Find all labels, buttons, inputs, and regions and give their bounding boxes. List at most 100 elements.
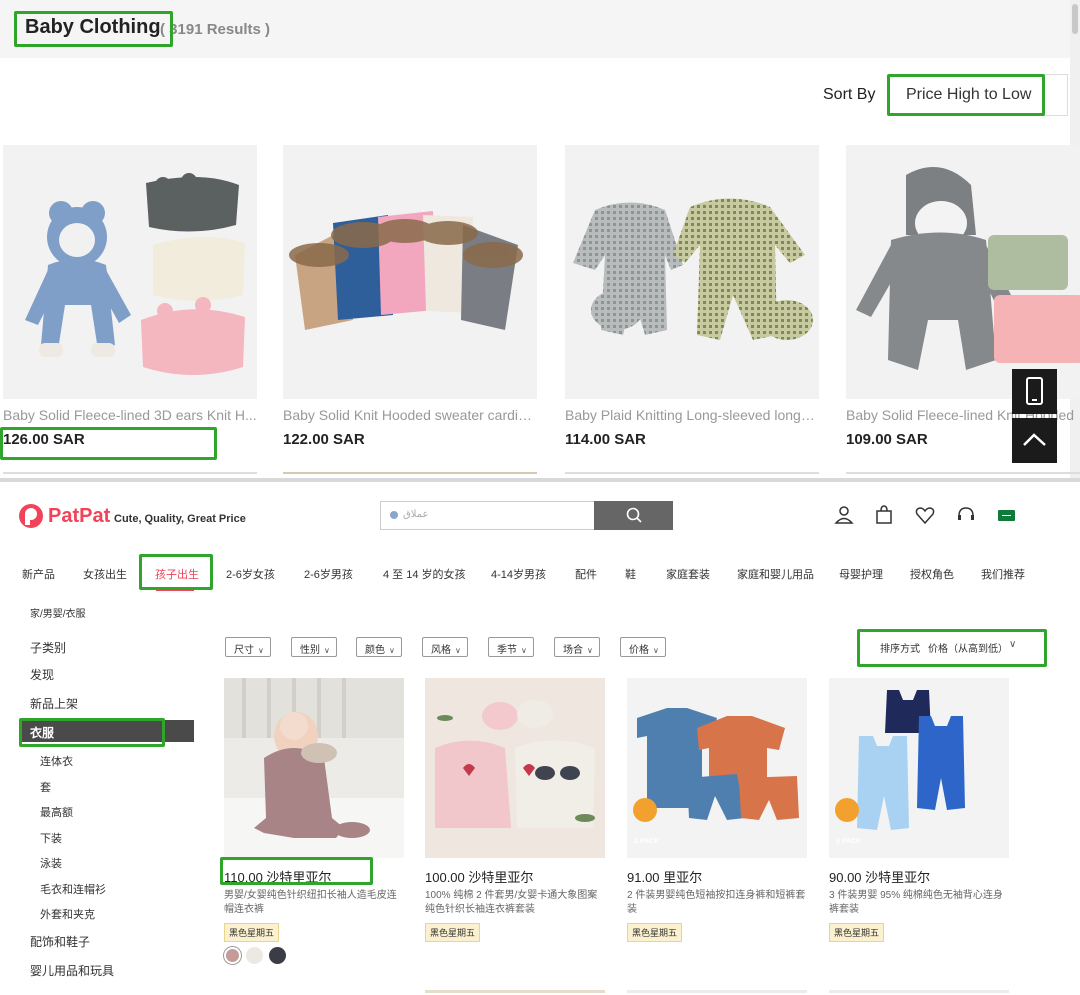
sidebar-item[interactable]: 新品上架 <box>30 695 78 712</box>
product-name[interactable]: Baby Plaid Knitting Long-sleeved long-l.… <box>565 407 819 423</box>
nav-item[interactable]: 新产品 <box>22 566 55 582</box>
sidebar-item[interactable]: 发现 <box>30 666 54 683</box>
brand-logo-text[interactable]: PatPat <box>48 505 110 528</box>
sidebar-subitem[interactable]: 套 <box>40 779 51 795</box>
product-image[interactable] <box>224 678 404 858</box>
card-divider <box>283 472 537 474</box>
sort-by-label: Sort By <box>823 86 876 103</box>
sidebar-subitem[interactable]: 毛衣和连帽衫 <box>40 881 106 897</box>
heart-icon[interactable] <box>914 504 936 526</box>
search-icon <box>626 507 642 523</box>
sidebar-subitem[interactable]: 下装 <box>40 830 62 846</box>
filter-dropdown[interactable]: 尺寸 ∨ <box>225 637 271 657</box>
bag-icon[interactable] <box>873 504 895 526</box>
filter-label: 场合 <box>563 645 583 656</box>
color-swatch[interactable] <box>246 947 263 964</box>
price-highlight <box>220 857 373 885</box>
sidebar-item[interactable]: 子类别 <box>30 639 66 656</box>
nav-item[interactable]: 授权角色 <box>910 566 954 582</box>
product-name[interactable]: 2 件装男婴纯色短袖按扣连身裤和短裤套装 <box>627 889 809 917</box>
title-highlight <box>14 11 173 47</box>
product-card[interactable]: Baby Plaid Knitting Long-sleeved long-l.… <box>565 145 819 448</box>
nav-item[interactable]: 2-6岁男孩 <box>304 566 353 582</box>
nav-item[interactable]: 女孩出生 <box>83 566 127 582</box>
price-highlight <box>0 427 217 460</box>
product-card[interactable]: Baby Solid Fleece-lined 3D ears Knit H..… <box>3 145 257 448</box>
arrow-up-icon <box>1023 433 1046 446</box>
nav-item[interactable]: 家庭和婴儿用品 <box>737 566 814 582</box>
mobile-app-button[interactable] <box>1012 369 1057 414</box>
product-card[interactable]: 100.00 沙特里亚尔 100% 纯棉 2 件套男/女婴卡通大象图案纯色针织长… <box>425 678 605 942</box>
smile-badge-icon <box>835 798 859 822</box>
user-icon[interactable] <box>833 504 855 526</box>
card-divider <box>565 472 819 474</box>
product-image[interactable] <box>283 145 537 399</box>
filter-label: 颜色 <box>365 645 385 656</box>
product-name[interactable]: 100% 纯棉 2 件套男/女婴卡通大象图案纯色针织长袖连衣裤套装 <box>425 889 607 917</box>
nav-item[interactable]: 我们推荐 <box>981 566 1025 582</box>
card-divider <box>846 472 1080 474</box>
nav-item[interactable]: 母婴护理 <box>839 566 883 582</box>
filter-dropdown[interactable]: 季节 ∨ <box>488 637 534 657</box>
product-image[interactable]: 2 PACK <box>627 678 807 858</box>
nav-item[interactable]: 2-6岁女孩 <box>226 566 275 582</box>
sort-highlight <box>887 74 1045 116</box>
next-row-peek <box>425 990 605 993</box>
support-icon[interactable] <box>955 504 977 526</box>
results-count: ( 3191 Results ) <box>160 21 271 38</box>
sidebar-subitem[interactable]: 连体衣 <box>40 753 73 769</box>
color-swatch[interactable] <box>224 947 241 964</box>
product-image[interactable]: 3 PACK <box>829 678 1009 858</box>
filter-label: 性别 <box>300 645 320 656</box>
filter-dropdown[interactable]: 风格 ∨ <box>422 637 468 657</box>
sidebar-subitem[interactable]: 外套和夹克 <box>40 906 95 922</box>
next-row-peek <box>627 990 807 993</box>
product-card[interactable]: 3 PACK 90.00 沙特里亚尔 3 件装男婴 95% 纯棉纯色无袖背心连身… <box>829 678 1009 942</box>
patpat-logo-icon[interactable] <box>17 502 45 530</box>
product-card[interactable]: 2 PACK 91.00 里亚尔 2 件装男婴纯色短袖按扣连身裤和短裤套装 黑色… <box>627 678 807 942</box>
product-price: 122.00 SAR <box>283 431 365 448</box>
sidebar-subitem[interactable]: 最高额 <box>40 804 73 820</box>
sidebar-item[interactable]: 婴儿用品和玩具 <box>30 962 114 979</box>
chevron-down-icon: ∨ <box>258 646 264 655</box>
search-button[interactable] <box>594 501 673 530</box>
search-input[interactable]: عملاق <box>380 501 595 530</box>
filter-dropdown[interactable]: 性别 ∨ <box>291 637 337 657</box>
nav-item[interactable]: 配件 <box>575 566 597 582</box>
nav-item[interactable]: 鞋 <box>625 566 636 582</box>
product-price: 100.00 沙特里亚尔 <box>425 870 534 885</box>
filter-dropdown[interactable]: 场合 ∨ <box>554 637 600 657</box>
nav-highlight <box>139 554 213 590</box>
flag-icon[interactable] <box>998 510 1015 521</box>
product-name[interactable]: Baby Solid Knit Hooded sweater cardigan <box>283 407 537 423</box>
scrollbar-thumb[interactable] <box>1072 4 1078 34</box>
product-card[interactable]: 110.00 沙特里亚尔 男婴/女婴纯色针织纽扣长袖人造毛皮连帽连衣裤 黑色星期… <box>224 678 404 942</box>
product-image[interactable] <box>425 678 605 858</box>
product-name[interactable]: Baby Solid Fleece-lined 3D ears Knit H..… <box>3 407 257 423</box>
breadcrumb[interactable]: 家/男婴/衣服 <box>30 605 86 620</box>
search-placeholder: عملاق <box>403 509 429 520</box>
sidebar-subitem[interactable]: 泳装 <box>40 855 62 871</box>
card-divider <box>3 472 257 474</box>
product-name[interactable]: 3 件装男婴 95% 纯棉纯色无袖背心连身裤套装 <box>829 889 1011 917</box>
product-name[interactable]: 男婴/女婴纯色针织纽扣长袖人造毛皮连帽连衣裤 <box>224 889 406 917</box>
sidebar-item[interactable]: 配饰和鞋子 <box>30 933 90 950</box>
filter-dropdown[interactable]: 颜色 ∨ <box>356 637 402 657</box>
back-to-top-button[interactable] <box>1012 418 1057 463</box>
product-image[interactable] <box>565 145 819 399</box>
filter-dropdown[interactable]: 价格 ∨ <box>620 637 666 657</box>
brand-tagline: Cute, Quality, Great Price <box>114 513 246 525</box>
chevron-down-icon: ∨ <box>653 646 659 655</box>
color-swatch[interactable] <box>269 947 286 964</box>
product-image[interactable] <box>3 145 257 399</box>
product-image[interactable] <box>846 145 1080 399</box>
product-price: 90.00 沙特里亚尔 <box>829 870 931 885</box>
nav-item[interactable]: 4-14岁男孩 <box>491 566 546 582</box>
product-card[interactable]: Baby Solid Knit Hooded sweater cardigan … <box>283 145 537 448</box>
black-friday-badge: 黑色星期五 <box>224 923 280 942</box>
nav-item[interactable]: 4 至 14 岁的女孩 <box>383 566 466 582</box>
nav-item[interactable]: 家庭套装 <box>666 566 710 582</box>
black-friday-badge: 黑色星期五 <box>425 923 481 942</box>
smile-badge-icon <box>633 798 657 822</box>
next-row-peek <box>829 990 1009 993</box>
